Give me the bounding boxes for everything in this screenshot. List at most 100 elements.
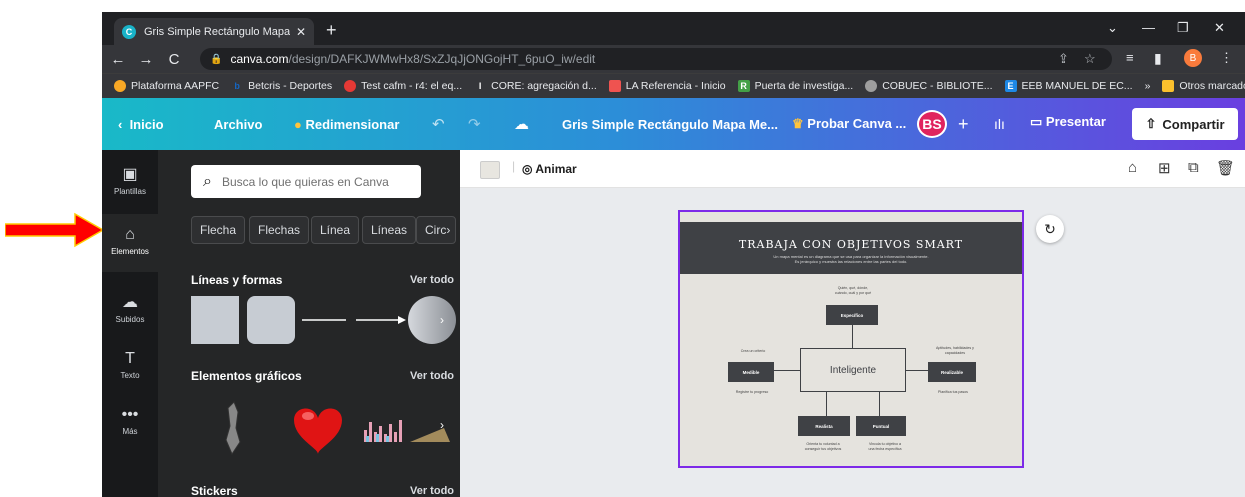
present-button[interactable]: ▭ Presentar xyxy=(1030,114,1106,130)
tab-close-icon[interactable]: ✕ xyxy=(296,25,306,39)
minimize-icon[interactable]: — xyxy=(1142,20,1155,35)
box-timely[interactable]: Puntual xyxy=(856,416,906,436)
animate-button[interactable]: ◎ Animar xyxy=(522,162,577,176)
annotation-arrow xyxy=(5,212,105,248)
new-tab-button[interactable]: + xyxy=(326,21,337,39)
restore-icon[interactable]: ❐ xyxy=(1177,20,1189,36)
chip-circ[interactable]: Circ › xyxy=(416,216,456,244)
other-bookmarks[interactable]: Otros marcadores xyxy=(1162,80,1245,92)
try-pro-label: Probar Canva ... xyxy=(807,116,907,131)
cloud-saved-icon[interactable]: ☁ xyxy=(514,115,529,133)
box-realistic[interactable]: Realista xyxy=(798,416,850,436)
left-note-below[interactable]: Registre tu progreso xyxy=(722,390,782,395)
vertical-scrollbar[interactable] xyxy=(1238,194,1244,494)
background-color-swatch[interactable] xyxy=(480,161,500,179)
title-banner: TRABAJA CON OBJETIVOS SMART Un mapa ment… xyxy=(680,222,1022,274)
design-title[interactable]: TRABAJA CON OBJETIVOS SMART xyxy=(680,222,1022,251)
connector-line xyxy=(774,370,800,371)
back-to-home-button[interactable]: ‹ Inicio xyxy=(118,117,164,132)
see-all-graphics[interactable]: Ver todo xyxy=(410,370,454,382)
present-label: Presentar xyxy=(1045,114,1106,129)
chevron-right-icon[interactable]: › xyxy=(440,313,454,327)
note-line: conseguir tus objetivos xyxy=(804,446,842,451)
square-shape[interactable] xyxy=(191,296,239,344)
rounded-square-shape[interactable] xyxy=(247,296,295,344)
bookmark-item[interactable]: I CORE: agregación d... xyxy=(474,80,597,92)
box-measurable[interactable]: Medible xyxy=(728,362,774,382)
right-note-below[interactable]: Planifica tus pasos xyxy=(920,390,986,395)
rail-uploads[interactable]: ☁ Subidos xyxy=(102,292,158,342)
back-icon[interactable]: ← xyxy=(106,51,130,68)
chevron-right-icon[interactable]: › xyxy=(440,418,454,432)
bookmarks-more[interactable]: » xyxy=(1145,80,1151,92)
file-menu-button[interactable]: Archivo xyxy=(214,117,262,132)
note-line: una fecha específica xyxy=(868,446,902,451)
close-window-icon[interactable]: ✕ xyxy=(1214,20,1225,36)
forward-icon[interactable]: → xyxy=(134,51,158,68)
rail-label: Elementos xyxy=(111,247,149,256)
user-avatar[interactable]: BS xyxy=(917,110,947,138)
bookmark-label: EEB MANUEL DE EC... xyxy=(1021,80,1133,92)
bottom-right-note[interactable]: Vincula tu objetivo a una fecha específic… xyxy=(852,442,918,451)
browser-tab[interactable]: C Gris Simple Rectángulo Mapa Me ✕ xyxy=(114,18,314,45)
bottom-left-note[interactable]: Orienta tu voluntad a conseguir tus objet… xyxy=(790,442,856,451)
line-shapes[interactable] xyxy=(298,310,408,330)
center-node[interactable]: Inteligente xyxy=(800,348,906,392)
insights-icon[interactable]: ılı xyxy=(994,116,1005,132)
try-pro-button[interactable]: ♛ Probar Canva ... xyxy=(792,116,906,132)
share-page-icon[interactable]: ⇪ xyxy=(1058,51,1069,67)
resize-label: Redimensionar xyxy=(305,116,400,132)
bookmark-item[interactable]: Test cafm - r4: el eq... xyxy=(344,80,462,92)
rail-templates[interactable]: ▣ Plantillas xyxy=(102,164,158,214)
add-page-icon[interactable]: ⊞ xyxy=(1158,159,1171,177)
search-input[interactable]: ⌕ Busca lo que quieras en Canva xyxy=(191,165,421,198)
toolbar-divider: | xyxy=(512,159,516,173)
chip-flecha[interactable]: Flecha xyxy=(191,216,246,244)
left-note[interactable]: Crea un criterio xyxy=(728,349,778,354)
tab-search-icon[interactable]: ⌄ xyxy=(1107,20,1118,36)
duplicate-page-icon[interactable]: ⧉ xyxy=(1188,159,1199,176)
magic-regenerate-icon[interactable]: ↻ xyxy=(1036,215,1064,243)
bookmark-item[interactable]: LA Referencia - Inicio xyxy=(608,80,726,92)
share-button[interactable]: ⇧ Compartir xyxy=(1132,108,1238,140)
bookmark-item[interactable]: R Puerta de investiga... xyxy=(737,80,853,92)
reading-list-icon[interactable]: ≡ xyxy=(1126,50,1134,65)
design-subtitle-2[interactable]: Es jerárquico y muestra las relaciones e… xyxy=(680,259,1022,264)
tab-title: Gris Simple Rectángulo Mapa Me xyxy=(144,25,290,38)
profile-avatar[interactable]: B xyxy=(1184,49,1202,67)
redo-icon[interactable]: ↷ xyxy=(468,115,481,133)
right-note[interactable]: Aptitudes, habilidades y capacidades xyxy=(920,346,990,355)
address-bar[interactable]: 🔒 canva.com /design/DAFKJWMwHx8/SxZJqJjO… xyxy=(200,48,1112,70)
top-note[interactable]: Quién, qué, dónde, cuándo, cuál y por qué xyxy=(820,286,886,295)
chip-linea[interactable]: Línea xyxy=(311,216,360,244)
rail-more[interactable]: ••• Más xyxy=(102,406,158,456)
chevron-right-icon: › xyxy=(446,223,451,237)
graphics-thumbnails[interactable] xyxy=(214,398,454,458)
design-page[interactable]: TRABAJA CON OBJETIVOS SMART Un mapa ment… xyxy=(678,210,1024,468)
reload-icon[interactable]: C xyxy=(162,51,186,68)
lock-icon[interactable]: ⌂ xyxy=(1128,159,1137,176)
resize-button[interactable]: ● Redimensionar xyxy=(294,117,399,132)
bookmark-star-icon[interactable]: ☆ xyxy=(1084,51,1096,67)
see-all-stickers[interactable]: Ver todo xyxy=(410,485,454,497)
box-achievable[interactable]: Realizable xyxy=(928,362,976,382)
chip-flechas[interactable]: Flechas xyxy=(249,216,310,244)
undo-icon[interactable]: ↶ xyxy=(432,115,445,133)
other-bookmarks-label: Otros marcadores xyxy=(1179,80,1245,92)
menu-kebab-icon[interactable]: ⋮ xyxy=(1220,50,1233,66)
bookmark-item[interactable]: b Betcris - Deportes xyxy=(231,80,332,92)
bookmark-item[interactable]: Plataforma AAPFC xyxy=(114,80,219,92)
see-all-lines[interactable]: Ver todo xyxy=(410,274,454,286)
canvas-area: TRABAJA CON OBJETIVOS SMART Un mapa ment… xyxy=(460,188,1245,497)
bookmark-item[interactable]: COBUEC - BIBLIOTE... xyxy=(865,80,993,92)
side-panel-icon[interactable]: ▮ xyxy=(1154,50,1162,67)
box-specific[interactable]: Específico xyxy=(826,305,878,325)
chip-lineas[interactable]: Líneas xyxy=(362,216,417,244)
invite-button[interactable]: + xyxy=(958,114,969,135)
rail-elements[interactable]: ⌂ Elementos xyxy=(102,214,158,272)
bookmark-item[interactable]: E EEB MANUEL DE EC... xyxy=(1004,80,1133,92)
document-title[interactable]: Gris Simple Rectángulo Mapa Me... xyxy=(562,117,778,132)
delete-page-icon[interactable]: 🗑 xyxy=(1216,159,1235,177)
back-label: Inicio xyxy=(129,116,164,132)
rail-text[interactable]: T Texto xyxy=(102,350,158,400)
